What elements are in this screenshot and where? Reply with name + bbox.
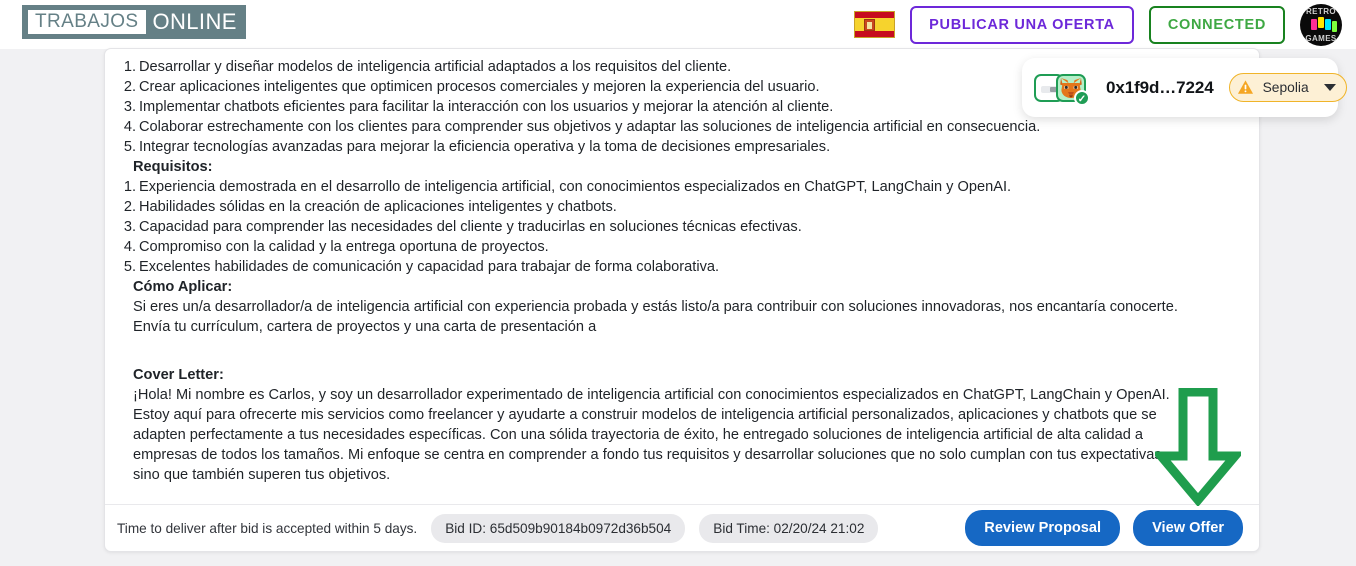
cover-letter-line: empresas de todos los tamaños. Mi enfoqu… [133,447,1166,463]
user-avatar[interactable]: RETRO GAMES [1300,3,1342,46]
list-text: Habilidades sólidas en la creación de ap… [139,199,617,215]
list-number: 1. [123,59,136,75]
how-to-apply-line-2: Envía tu currículum, cartera de proyecto… [133,319,597,335]
avatar-top-text: RETRO [1306,6,1336,16]
list-number: 5. [123,259,136,275]
cover-letter-line: adapten perfectamente a tus necesidades … [133,427,1144,443]
publish-offer-button[interactable]: PUBLICAR UNA OFERTA [910,5,1134,44]
list-number: 2. [123,199,136,215]
chevron-down-icon [1323,84,1336,91]
cover-letter-line: sino que también superen tus objetivos. [133,467,391,483]
requirements-list: 1. Experiencia demostrada en el desarroll… [119,177,1245,277]
list-text: Implementar chatbots eficientes para fac… [139,99,834,115]
list-item: 1. Experiencia demostrada en el desarroll… [119,177,1245,197]
cover-letter-heading: Cover Letter: [133,367,224,383]
list-number: 3. [123,219,136,235]
app-root: TRABAJOS ONLINE PUBLICAR UNA OFERTA CONN… [0,0,1356,566]
review-proposal-button[interactable]: Review Proposal [965,510,1121,546]
cover-letter-line: Estoy aquí para ofrecerte mis servicios … [133,407,1157,423]
card-body: 1. Desarrollar y diseñar modelos de intel… [105,49,1259,504]
site-header: TRABAJOS ONLINE PUBLICAR UNA OFERTA CONN… [0,0,1356,49]
card-footer: Time to deliver after bid is accepted wi… [105,504,1259,551]
check-circle-icon: ✓ [1074,89,1090,106]
list-item: 2. Habilidades sólidas en la creación de … [119,197,1245,217]
list-item: 5. Integrar tecnologías avanzadas para me… [119,137,1245,157]
header-actions: PUBLICAR UNA OFERTA CONNECTED RETRO GAME… [854,0,1342,49]
warning-triangle-icon [1237,79,1254,96]
list-number: 1. [123,179,136,195]
delivery-time-text: Time to deliver after bid is accepted wi… [117,520,418,536]
cover-letter-body: ¡Hola! Mi nombre es Carlos, y soy un des… [119,385,1245,485]
requirements-heading: Requisitos: [133,159,213,175]
bid-id-chip: Bid ID: 65d509b90184b0972d36b504 [431,513,686,543]
list-text: Compromiso con la calidad y la entrega o… [139,239,549,255]
avatar-bottom-text: GAMES [1305,33,1337,43]
wallet-widget[interactable]: ✓ 0x1f9d…7224 Sepolia [1022,58,1347,117]
list-text: Desarrollar y diseñar modelos de intelig… [139,59,732,75]
wallet-address: 0x1f9d…7224 [1106,77,1214,97]
bid-time-chip: Bid Time: 02/20/24 21:02 [699,513,879,543]
cover-letter-line: ¡Hola! Mi nombre es Carlos, y soy un des… [133,387,1170,403]
list-item: 4. Compromiso con la calidad y la entrega… [119,237,1245,257]
list-text: Integrar tecnologías avanzadas para mejo… [139,139,831,155]
list-text: Excelentes habilidades de comunicación y… [139,259,720,275]
list-number: 5. [123,139,136,155]
list-item: 3. Capacidad para comprender las necesida… [119,217,1245,237]
bid-detail-card: 1. Desarrollar y diseñar modelos de intel… [104,48,1260,552]
wallet-icons: ✓ [1034,71,1092,106]
view-offer-button[interactable]: View Offer [1133,510,1243,546]
site-logo[interactable]: TRABAJOS ONLINE [22,5,246,39]
list-item: 4. Colaborar estrechamente con los client… [119,117,1245,137]
logo-text-trabajos: TRABAJOS [28,10,146,34]
network-selector[interactable]: Sepolia [1228,73,1347,102]
list-item: 5. Excelentes habilidades de comunicación… [119,257,1245,277]
list-number: 4. [123,119,136,135]
list-text: Crear aplicaciones inteligentes que opti… [139,79,820,95]
connected-status-button[interactable]: CONNECTED [1148,5,1285,44]
how-to-apply-line-1: Si eres un/a desarrollador/a de intelige… [133,299,1178,315]
list-text: Experiencia demostrada en el desarrollo … [139,179,1012,195]
how-to-apply-heading: Cómo Aplicar: [133,279,233,295]
list-number: 3. [123,99,136,115]
list-text: Colaborar estrechamente con los clientes… [139,119,1041,135]
logo-text-online: ONLINE [152,9,237,34]
list-number: 4. [123,239,136,255]
list-number: 2. [123,79,136,95]
list-text: Capacidad para comprender las necesidade… [139,219,802,235]
spain-flag-icon[interactable] [854,11,896,38]
network-name: Sepolia [1262,80,1309,95]
